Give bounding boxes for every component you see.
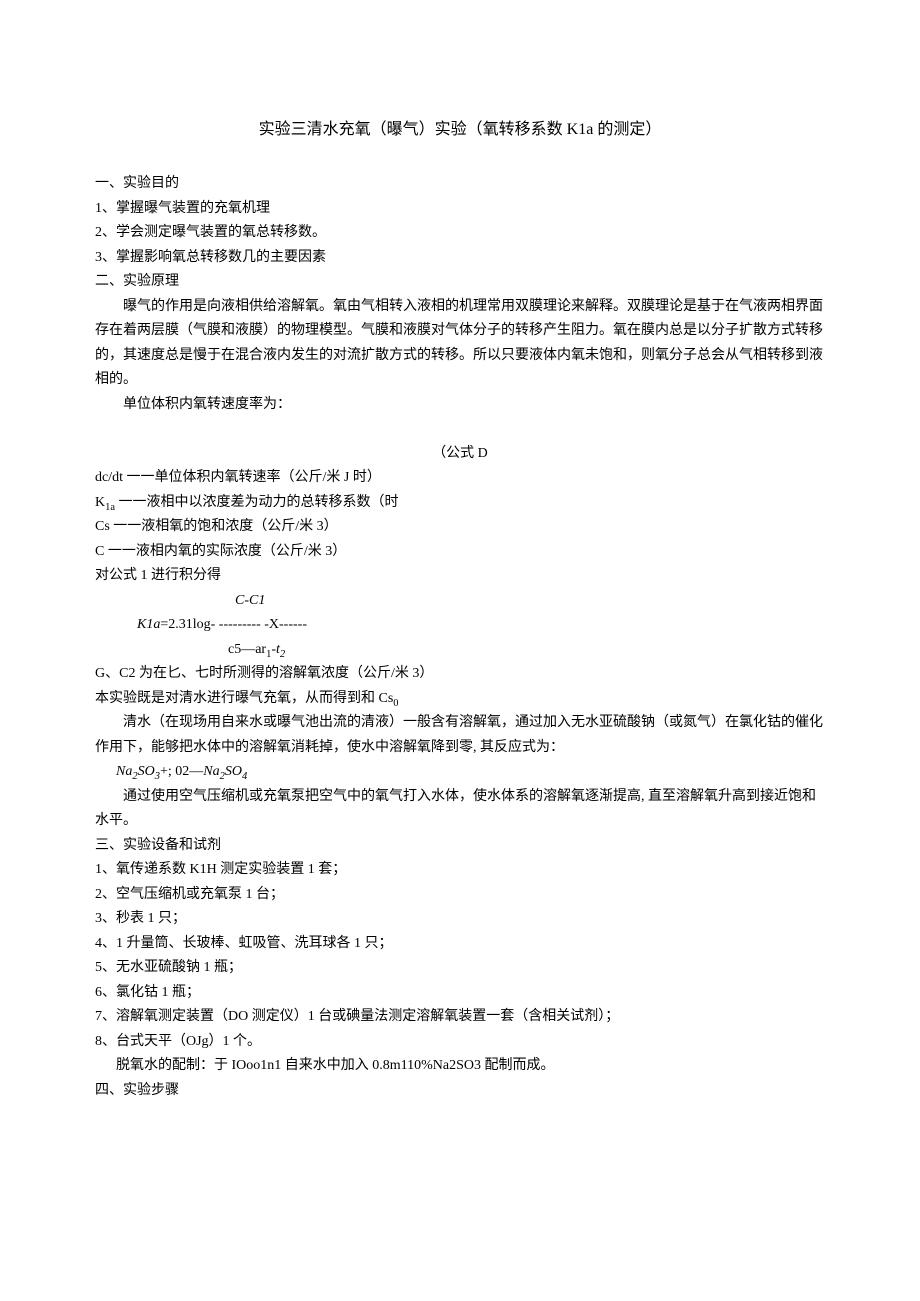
principle-paragraph-1: 曝气的作用是向液相供给溶解氧。氧由气相转入液相的机理常用双膜理论来解释。双膜理论… (95, 295, 825, 393)
definition-1: dc/dt 一一单位体积内氧转速率（公斤/米 J 时） (95, 466, 825, 491)
equipment-item-3: 3、秒表 1 只； (95, 907, 825, 932)
spacer (95, 417, 825, 442)
section-4-heading: 四、实验步骤 (95, 1079, 825, 1104)
fraction-denominator: c5—ar1-t2 (95, 638, 825, 663)
section-3-heading: 三、实验设备和试剂 (95, 834, 825, 859)
document-page: 实验三清水充氧（曝气）实验（氧转移系数 K1a 的测定） 一、实验目的 1、掌握… (0, 0, 920, 1163)
principle-paragraph-6: 清水（在现场用自来水或曝气池出流的清液）一般含有溶解氧，通过加入无水亚硫酸钠（或… (95, 711, 825, 760)
reaction-equation: Na2SO3+; 02—Na2SO4 (95, 760, 825, 785)
equipment-item-5: 5、无水亚硫酸钠 1 瓶； (95, 956, 825, 981)
goal-item-3: 3、掌握影响氧总转移数几的主要因素 (95, 246, 825, 271)
equipment-item-4: 4、1 升量筒、长玻棒、虹吸管、洗耳球各 1 只； (95, 932, 825, 957)
deoxy-water-note: 脱氧水的配制：于 IOoo1n1 自来水中加入 0.8m110%Na2SO3 配… (95, 1054, 825, 1079)
fraction-equation: K1a=2.31log- --------- -X------ (95, 613, 825, 638)
definition-3: Cs 一一液相氧的饱和浓度（公斤/米 3） (95, 515, 825, 540)
principle-paragraph-5: 本实验既是对清水进行曝气充氧，从而得到和 Cs0 (95, 687, 825, 712)
section-1-heading: 一、实验目的 (95, 172, 825, 197)
equipment-item-2: 2、空气压缩机或充氧泵 1 台； (95, 883, 825, 908)
goal-item-2: 2、学会测定曝气装置的氧总转移数。 (95, 221, 825, 246)
section-2-heading: 二、实验原理 (95, 270, 825, 295)
integral-note: 对公式 1 进行积分得 (95, 564, 825, 589)
principle-paragraph-4: G、C2 为在匕、七时所测得的溶解氧浓度（公斤/米 3） (95, 662, 825, 687)
fraction-numerator: C-C1 (95, 589, 825, 614)
goal-item-1: 1、掌握曝气装置的充氧机理 (95, 197, 825, 222)
equipment-item-6: 6、氯化钴 1 瓶； (95, 981, 825, 1006)
equipment-item-7: 7、溶解氧测定装置（DO 测定仪）1 台或碘量法测定溶解氧装置一套（含相关试剂）… (95, 1005, 825, 1030)
equipment-item-8: 8、台式天平（OJg）1 个。 (95, 1030, 825, 1055)
definition-4: C 一一液相内氧的实际浓度（公斤/米 3） (95, 540, 825, 565)
principle-paragraph-7: 通过使用空气压缩机或充氧泵把空气中的氧气打入水体，使水体系的溶解氧逐渐提高, 直… (95, 785, 825, 834)
equipment-item-1: 1、氧传递系数 K1H 测定实验装置 1 套； (95, 858, 825, 883)
principle-paragraph-2: 单位体积内氧转速度率为： (95, 393, 825, 418)
formula-label: （公式 D (95, 442, 825, 467)
document-title: 实验三清水充氧（曝气）实验（氧转移系数 K1a 的测定） (95, 116, 825, 144)
definition-2: K1a 一一液相中以浓度差为动力的总转移系数（时 (95, 491, 825, 516)
